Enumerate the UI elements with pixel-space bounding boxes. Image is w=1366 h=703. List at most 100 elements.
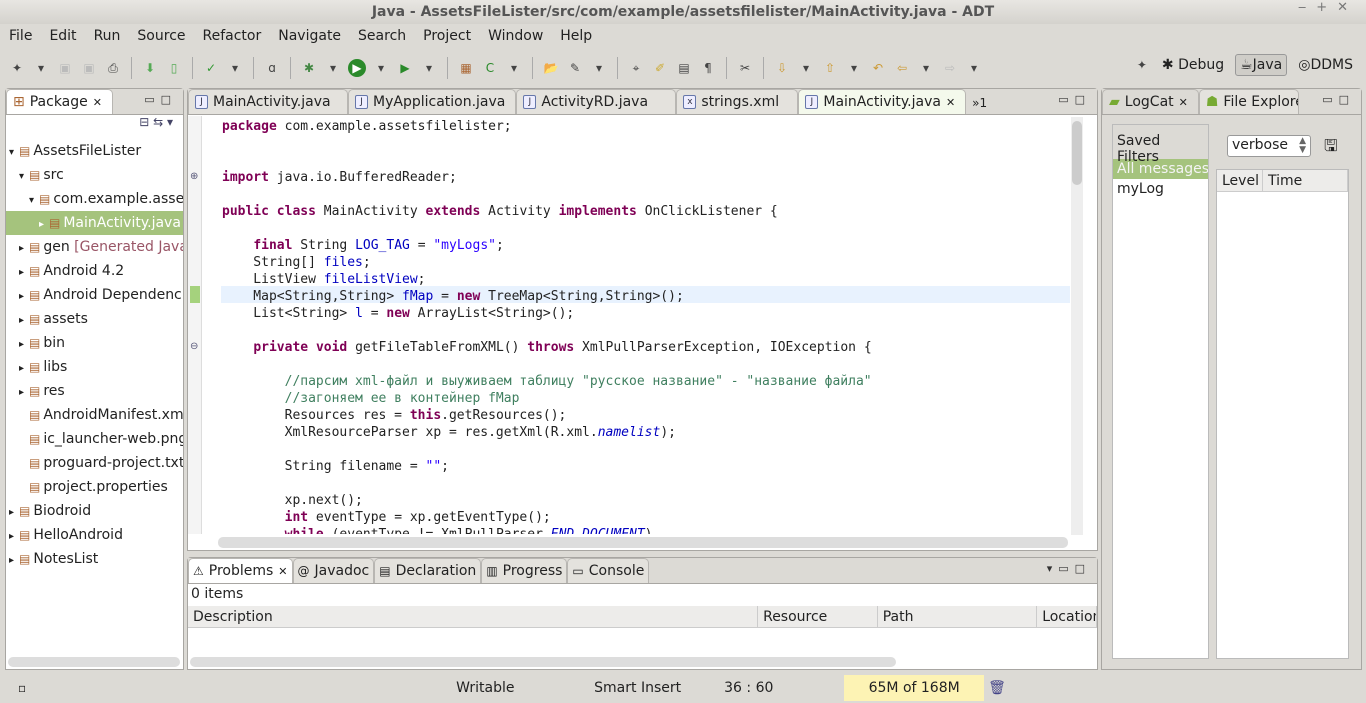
tree-item[interactable]: ▤ AndroidManifest.xml: [6, 403, 183, 427]
tab-problems[interactable]: ⚠ Problems ✕: [188, 558, 293, 583]
tab-progress[interactable]: ▥ Progress: [481, 558, 568, 583]
vertical-scrollbar[interactable]: [1071, 117, 1083, 535]
forward-icon[interactable]: ⇨: [941, 59, 959, 77]
expand-arrow-icon[interactable]: ▸: [19, 333, 29, 357]
menu-source[interactable]: Source: [128, 28, 193, 44]
menu-help[interactable]: Help: [551, 28, 600, 44]
new-icon[interactable]: ✦: [8, 59, 26, 77]
dropdown-icon[interactable]: ▾: [845, 59, 863, 77]
dropdown-icon[interactable]: ▾: [590, 59, 608, 77]
menu-navigate[interactable]: Navigate: [269, 28, 349, 44]
expand-arrow-icon[interactable]: ▸: [19, 309, 29, 333]
open-perspective-icon[interactable]: ✦: [1133, 56, 1151, 74]
expand-arrow-icon[interactable]: ▾: [9, 141, 19, 165]
expand-fold-icon[interactable]: ⊕: [190, 171, 198, 182]
column-level[interactable]: Level: [1217, 170, 1263, 191]
editor-tab[interactable]: J MainActivity.java ✕: [798, 89, 967, 114]
tree-item[interactable]: ▤ project.properties: [6, 475, 183, 499]
tree-item[interactable]: ▾ ▤ AssetsFileLister: [6, 139, 183, 163]
column-time[interactable]: Time: [1263, 170, 1348, 191]
expand-arrow-icon[interactable]: ▸: [19, 237, 29, 261]
new-android-xml-icon[interactable]: ɑ: [263, 59, 281, 77]
editor-tab[interactable]: J ActivityRD.java: [516, 89, 677, 114]
dropdown-icon[interactable]: ▾: [324, 59, 342, 77]
expand-arrow-icon[interactable]: ▸: [9, 549, 19, 571]
tree-item[interactable]: ▸▤Android Dependencies: [6, 283, 183, 307]
block-selection-icon[interactable]: ▤: [675, 59, 693, 77]
tree-item[interactable]: ▸ ▤ bin: [6, 331, 183, 355]
dropdown-icon[interactable]: ▾: [965, 59, 983, 77]
tree-item[interactable]: ▸ ▤ res: [6, 379, 183, 403]
collapse-all-icon[interactable]: ⊟: [139, 115, 149, 129]
minimize-maximize-icons[interactable]: ▭□: [1322, 93, 1355, 106]
tree-item[interactable]: ▸ ▤ NotesList: [6, 547, 183, 571]
menu-window[interactable]: Window: [479, 28, 551, 44]
mark-occurrences-icon[interactable]: ✐: [651, 59, 669, 77]
log-level-select[interactable]: verbose ▲ ▼: [1227, 135, 1311, 157]
menu-edit[interactable]: Edit: [40, 28, 84, 44]
editor-tab[interactable]: J MyApplication.java: [348, 89, 517, 114]
expand-arrow-icon[interactable]: ▾: [19, 165, 29, 189]
menu-run[interactable]: Run: [85, 28, 129, 44]
menu-file[interactable]: File: [0, 28, 40, 44]
dropdown-icon[interactable]: ▾: [917, 59, 935, 77]
menu-project[interactable]: Project: [414, 28, 479, 44]
avd-manager-icon[interactable]: ▯: [165, 59, 183, 77]
editor-tab[interactable]: x strings.xml: [676, 89, 799, 114]
tab-overflow[interactable]: »1: [966, 96, 993, 114]
filter-all-messages[interactable]: All messages (no filters): [1113, 159, 1208, 179]
tree-item[interactable]: ▸ ▤ MainActivity.java: [6, 211, 183, 235]
expand-arrow-icon[interactable]: ▾: [29, 189, 39, 213]
perspective-ddms[interactable]: ◎DDMS: [1293, 54, 1358, 76]
expand-arrow-icon[interactable]: ▸: [19, 261, 29, 285]
previous-annotation-icon[interactable]: ⇧: [821, 59, 839, 77]
collapse-fold-icon[interactable]: ⊖: [190, 341, 198, 352]
tree-item[interactable]: ▸ ▤ Biodroid: [6, 499, 183, 523]
tree-item[interactable]: ▾▤com.example.assetsfilelister: [6, 187, 183, 211]
print-icon[interactable]: ⎙: [104, 59, 122, 77]
last-edit-icon[interactable]: ↶: [869, 59, 887, 77]
dropdown-icon[interactable]: ▾: [797, 59, 815, 77]
debug-icon[interactable]: ✱: [300, 59, 318, 77]
expand-arrow-icon[interactable]: ▸: [9, 525, 19, 549]
dropdown-icon[interactable]: ▾: [226, 59, 244, 77]
column-location[interactable]: Location: [1037, 606, 1097, 627]
expand-arrow-icon[interactable]: ▸: [9, 501, 19, 525]
minimize-maximize-icons[interactable]: ▭□: [144, 93, 177, 106]
window-controls[interactable]: ‒+✕: [1298, 0, 1358, 15]
expand-arrow-icon[interactable]: ▸: [19, 285, 29, 309]
minimize-maximize-icons[interactable]: ▭□: [1058, 93, 1091, 106]
tab-declaration[interactable]: ▤ Declaration: [374, 558, 482, 583]
dropdown-icon[interactable]: ▾: [505, 59, 523, 77]
lint-icon[interactable]: ✓: [202, 59, 220, 77]
save-icon[interactable]: 🖫: [1324, 135, 1338, 162]
expand-arrow-icon[interactable]: ▸: [19, 381, 29, 405]
tab-logcat[interactable]: ▰ LogCat ✕: [1102, 89, 1199, 114]
code-editor[interactable]: package com.example.assetsfilelister; im…: [202, 116, 1070, 534]
tab-javadoc[interactable]: @ Javadoc: [292, 558, 375, 583]
column-resource[interactable]: Resource: [758, 606, 878, 627]
tree-item[interactable]: ▸ ▤ HelloAndroid: [6, 523, 183, 547]
trash-icon[interactable]: 🗑: [988, 680, 1006, 696]
fast-view-icon[interactable]: ▫: [18, 681, 26, 695]
tree-item[interactable]: ▸▤gen [Generated Java Files]: [6, 235, 183, 259]
next-annotation-icon[interactable]: ⇩: [773, 59, 791, 77]
open-task-icon[interactable]: ⌖: [627, 59, 645, 77]
dropdown-icon[interactable]: ▾: [420, 59, 438, 77]
tree-item[interactable]: ▸ ▤ Android 4.2: [6, 259, 183, 283]
horizontal-scrollbar[interactable]: [218, 537, 1068, 548]
pin-icon[interactable]: ✂: [736, 59, 754, 77]
column-description[interactable]: Description: [188, 606, 759, 627]
view-menu-icon[interactable]: ▾: [167, 115, 173, 129]
tree-item[interactable]: ▤ proguard-project.txt: [6, 451, 183, 475]
dropdown-icon[interactable]: ▾: [372, 59, 390, 77]
link-with-editor-icon[interactable]: ⇆: [153, 115, 163, 129]
close-icon[interactable]: ✕: [1179, 96, 1188, 109]
horizontal-scrollbar[interactable]: [190, 657, 896, 667]
editor-tab[interactable]: J MainActivity.java: [188, 89, 348, 114]
close-icon[interactable]: ✕: [93, 96, 102, 109]
close-icon[interactable]: ✕: [278, 565, 287, 578]
new-package-icon[interactable]: ▦: [457, 59, 475, 77]
close-icon[interactable]: ✕: [946, 96, 955, 109]
expand-arrow-icon[interactable]: ▸: [19, 357, 29, 381]
